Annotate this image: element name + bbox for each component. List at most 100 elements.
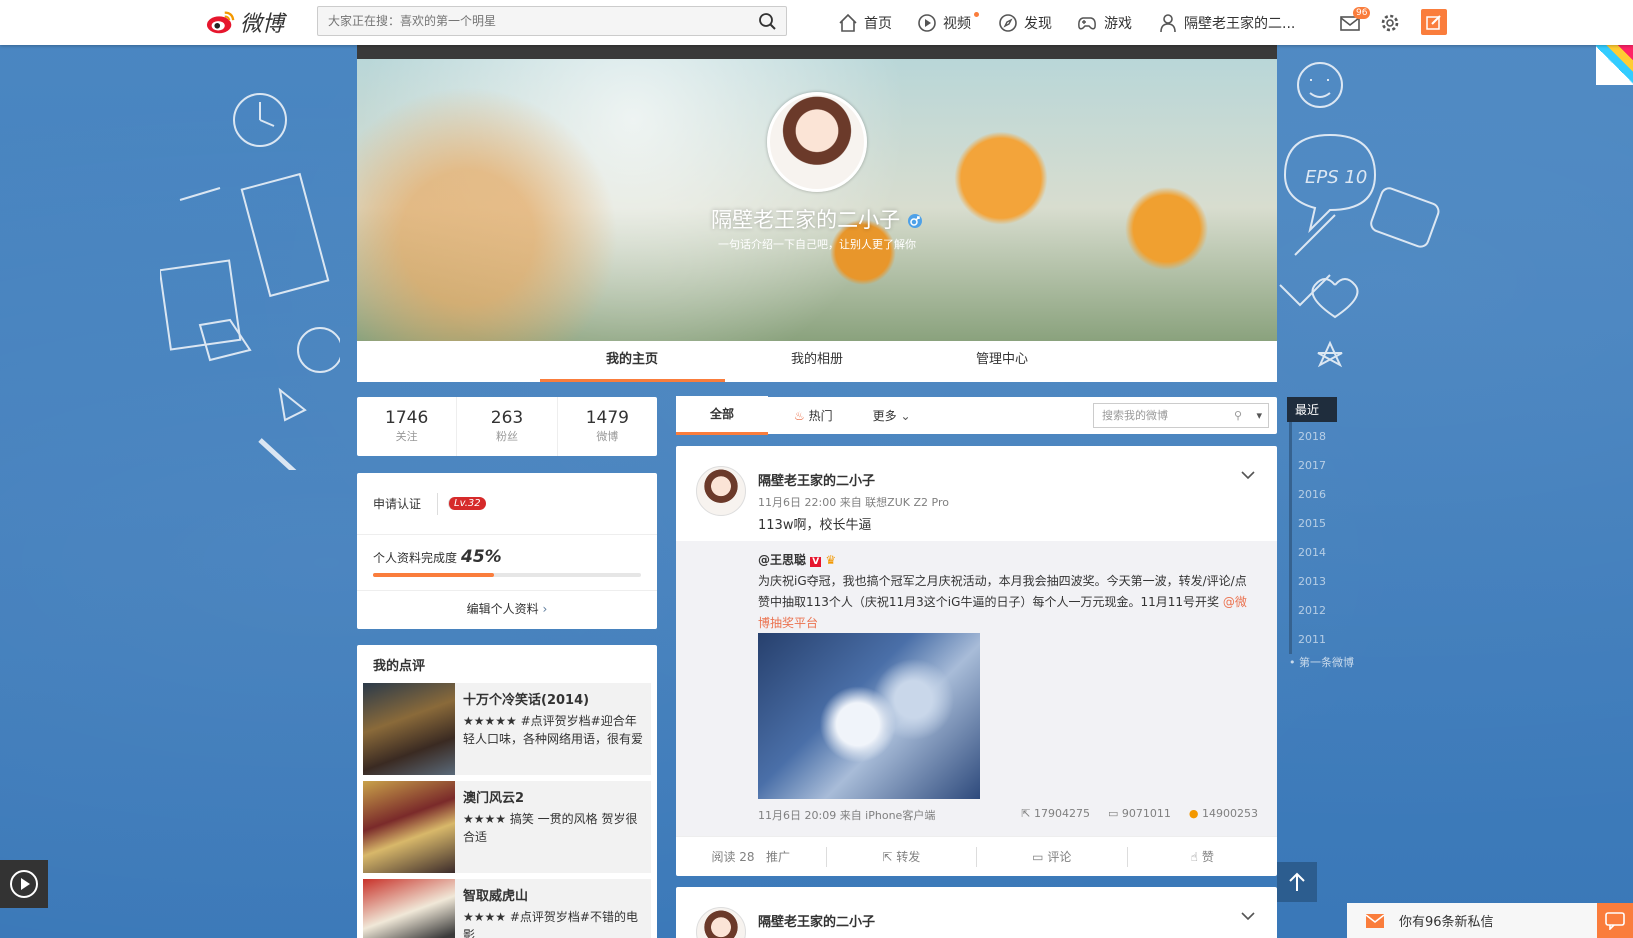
reposted-author-name: @王思聪 — [758, 553, 807, 567]
chat-bubble-icon — [1605, 911, 1625, 930]
reposted-like-count[interactable]: ● 14900253 — [1189, 807, 1258, 823]
post-author-avatar[interactable] — [696, 466, 746, 516]
movie-poster[interactable] — [363, 781, 455, 873]
nav-discover[interactable]: 发现 — [998, 0, 1052, 45]
tab-my-home[interactable]: 我的主页 — [539, 341, 725, 382]
nav-home[interactable]: 首页 — [838, 0, 892, 45]
reposted-meta: 11月6日 20:09 来自 iPhone客户端 — [758, 809, 936, 822]
repost-icon: ⇱ — [882, 849, 893, 864]
reposted-photo[interactable] — [758, 633, 980, 799]
stat-followers-label: 粉丝 — [495, 430, 518, 443]
timeline-recent[interactable]: 最近 — [1287, 397, 1337, 422]
review-title[interactable]: 智取威虎山 — [463, 885, 643, 904]
filter-hot[interactable]: ♨ 热门 — [768, 398, 853, 434]
review-text: ★★★★ 搞笑 一贯的风格 贺岁很合适 — [463, 810, 643, 846]
movie-poster[interactable] — [363, 879, 455, 938]
arrow-up-icon — [1289, 872, 1305, 891]
search-icon[interactable]: ⚲ — [1234, 404, 1242, 427]
timeline-year[interactable]: 2014 — [1289, 538, 1357, 567]
completeness-label: 个人资料完成度 — [373, 551, 458, 565]
timeline-year[interactable]: 2016 — [1289, 480, 1357, 509]
filter-more[interactable]: 更多 ⌄ — [853, 398, 931, 434]
stat-followers[interactable]: 263 粉丝 — [457, 397, 558, 456]
apply-certification-link[interactable]: 申请认证 — [373, 495, 421, 512]
post-menu-chevron-icon[interactable] — [1241, 470, 1255, 480]
review-title[interactable]: 十万个冷笑话(2014) — [463, 689, 643, 708]
profile-avatar[interactable] — [767, 92, 867, 192]
repost-count-value: 17904275 — [1033, 807, 1090, 820]
nav-video[interactable]: 视频 — [917, 0, 979, 45]
my-weibo-search-input[interactable]: 搜索我的微博 ⚲ ▾ — [1093, 403, 1269, 428]
post-author-name[interactable]: 隔壁老王家的二小子 — [758, 911, 875, 930]
filter-hot-label: 热门 — [808, 408, 833, 423]
timeline-year[interactable]: 2017 — [1289, 451, 1357, 480]
music-player-button[interactable] — [0, 860, 48, 908]
repost-button[interactable]: ⇱ 转发 — [827, 846, 977, 867]
new-message-bar[interactable]: 你有96条新私信 — [1347, 903, 1633, 938]
global-search-input[interactable] — [318, 7, 738, 35]
compose-button[interactable] — [1421, 9, 1447, 35]
settings-button[interactable] — [1380, 0, 1400, 45]
reposted-repost-count[interactable]: ⇱ 17904275 — [1021, 807, 1090, 823]
review-item[interactable]: 十万个冷笑话(2014) ★★★★★ #点评贺岁档#迎合年轻人口味，各种网络用语，… — [363, 683, 651, 775]
comment-label: 评论 — [1047, 849, 1072, 864]
reposted-footer: 11月6日 20:09 来自 iPhone客户端 ⇱ 17904275 ▭ 90… — [758, 807, 1258, 823]
mail-button[interactable]: 96 — [1339, 0, 1371, 45]
back-to-top-button[interactable] — [1277, 862, 1317, 902]
timeline-year[interactable]: 2015 — [1289, 509, 1357, 538]
review-text: ★★★★★ #点评贺岁档#迎合年轻人口味，各种网络用语，很有爱 — [463, 712, 643, 748]
envelope-icon — [1365, 914, 1385, 928]
chevron-right-icon: › — [542, 602, 548, 616]
filter-all[interactable]: 全部 — [676, 396, 769, 435]
comment-button[interactable]: ▭ 评论 — [977, 846, 1128, 867]
nav-user[interactable]: 隔壁老王家的二... — [1158, 0, 1295, 45]
level-badge[interactable]: Lv.32 — [448, 497, 486, 510]
post-menu-chevron-icon[interactable] — [1241, 911, 1255, 921]
post-author-name[interactable]: 隔壁老王家的二小子 — [758, 470, 875, 489]
tab-my-album[interactable]: 我的相册 — [725, 341, 910, 382]
tab-manage-center[interactable]: 管理中心 — [910, 341, 1095, 382]
timeline-year[interactable]: 2011 — [1289, 625, 1357, 654]
weibo-logo[interactable]: 微博 — [206, 6, 284, 38]
movie-poster[interactable] — [363, 683, 455, 775]
doodle-left-decoration — [160, 93, 340, 470]
nav-home-label: 首页 — [864, 15, 892, 32]
like-button[interactable]: ☝ 赞 — [1128, 847, 1278, 867]
stat-weibo-value: 1479 — [585, 408, 629, 428]
stat-weibo-label: 微博 — [596, 430, 619, 443]
review-item[interactable]: 澳门风云2 ★★★★ 搞笑 一贯的风格 贺岁很合适 — [363, 781, 651, 873]
nav-game[interactable]: 游戏 — [1076, 0, 1132, 45]
compose-icon — [1426, 15, 1441, 30]
edit-profile-link[interactable]: 编辑个人资料 › — [357, 591, 657, 627]
like-count-value: 14900253 — [1202, 807, 1258, 820]
post-author-avatar[interactable] — [696, 907, 746, 938]
timeline-year[interactable]: 2012 — [1289, 596, 1357, 625]
profile-bio: 一句话介绍一下自己吧，让别人更了解你 — [718, 238, 916, 251]
reposted-author[interactable]: @王思聪 V ♛ — [758, 551, 836, 568]
timeline-first-weibo[interactable]: • 第一条微博 — [1289, 654, 1357, 670]
promote-button[interactable]: 推广 — [766, 850, 790, 864]
search-icon[interactable] — [759, 13, 776, 30]
completeness-value: 45% — [461, 547, 502, 567]
new-message-text: 你有96条新私信 — [1399, 915, 1494, 930]
nav-game-label: 游戏 — [1104, 15, 1132, 32]
video-new-dot — [974, 12, 979, 17]
global-search-box — [317, 6, 787, 36]
timeline-year[interactable]: 2018 — [1289, 422, 1357, 451]
timeline-year[interactable]: 2013 — [1289, 567, 1357, 596]
search-dropdown-icon[interactable]: ▾ — [1256, 404, 1262, 427]
mail-count-badge: 96 — [1353, 7, 1371, 19]
stat-following[interactable]: 1746 关注 — [357, 397, 458, 456]
corner-ribbon — [1596, 45, 1633, 85]
verified-v-icon: V — [810, 557, 822, 567]
chat-button[interactable] — [1597, 903, 1633, 938]
reposted-comment-count[interactable]: ▭ 9071011 — [1108, 807, 1171, 823]
review-item[interactable]: 智取威虎山 ★★★★ #点评贺岁档#不错的电影 — [363, 879, 651, 938]
repost-label: 转发 — [896, 849, 921, 864]
reposted-content: @王思聪 V ♛ 为庆祝iG夺冠，我也搞个冠军之月庆祝活动，本月我会抽四波奖。今… — [676, 541, 1277, 836]
stat-weibo[interactable]: 1479 微博 — [558, 397, 657, 456]
filter-more-label: 更多 — [872, 408, 897, 423]
comment-count-value: 9071011 — [1121, 807, 1171, 820]
post-meta: 11月6日 22:00 来自 联想ZUK Z2 Pro — [758, 496, 949, 509]
review-title[interactable]: 澳门风云2 — [463, 787, 643, 806]
